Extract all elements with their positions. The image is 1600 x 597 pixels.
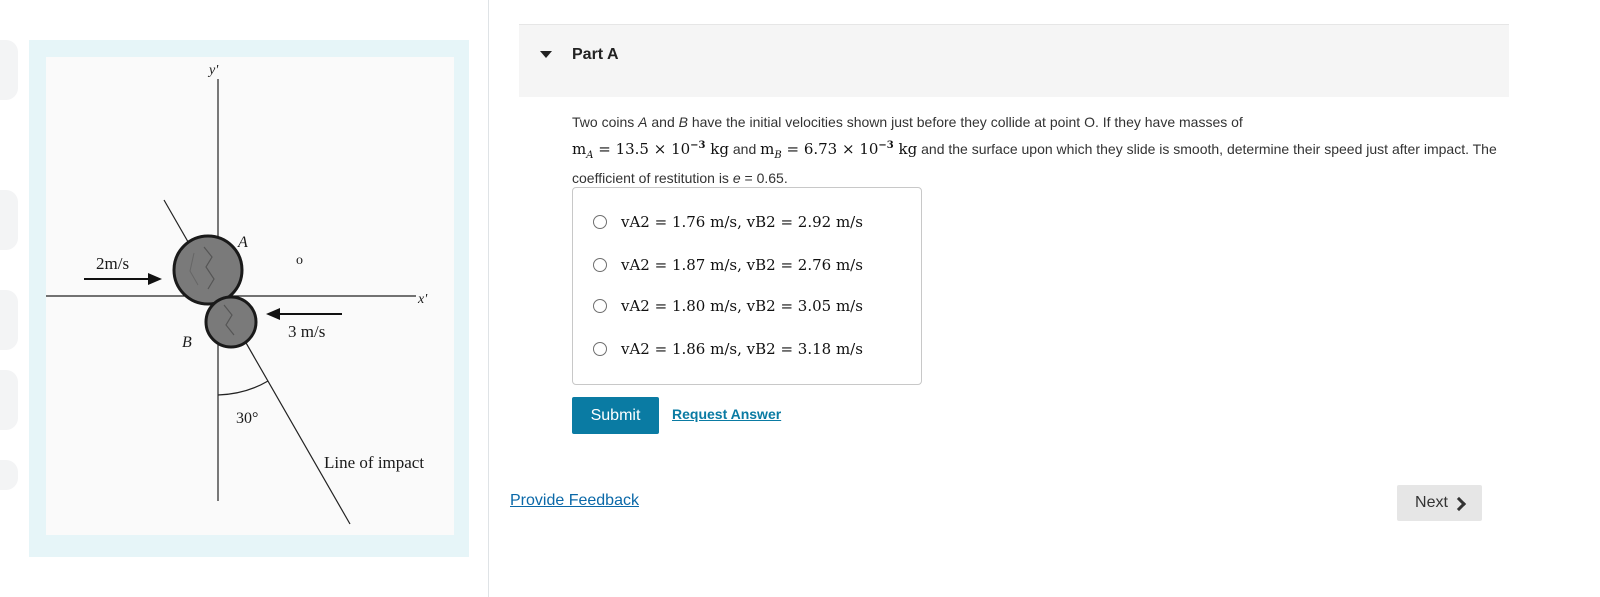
background-decoration	[0, 190, 18, 250]
background-decoration	[0, 460, 18, 490]
velocity-b-label: 3 m/s	[288, 322, 325, 341]
background-decoration	[0, 40, 18, 100]
point-o-label: o	[296, 253, 303, 268]
chevron-right-icon	[1451, 496, 1467, 511]
radio-button[interactable]	[593, 342, 607, 356]
answer-option-1[interactable]: vA2 = 1.76 m/s, vB2 = 2.92 m/s	[593, 210, 863, 234]
collision-figure: y' x' A B o 2m/s 3 m/s 30° Line of impac…	[46, 57, 454, 535]
option-text: vA2 = 1.80 m/s, vB2 = 3.05 m/s	[621, 297, 863, 315]
coin-a	[172, 234, 244, 306]
background-decoration	[0, 370, 18, 430]
arrowhead-a	[148, 273, 162, 285]
angle-arc	[217, 380, 269, 396]
coin-b	[204, 295, 258, 349]
y-axis-label: y'	[207, 63, 219, 78]
radio-button[interactable]	[593, 215, 607, 229]
coin-a-label: A	[237, 234, 248, 251]
answer-option-4[interactable]: vA2 = 1.86 m/s, vB2 = 3.18 m/s	[593, 337, 863, 361]
line-of-impact-label: Line of impact	[324, 453, 424, 472]
mass-a-expression: mA = 13.5 × 10−3 kg	[572, 140, 729, 161]
angle-label: 30°	[236, 410, 258, 427]
answer-option-3[interactable]: vA2 = 1.80 m/s, vB2 = 3.05 m/s	[593, 294, 863, 318]
option-text: vA2 = 1.87 m/s, vB2 = 2.76 m/s	[621, 256, 863, 274]
option-text: vA2 = 1.76 m/s, vB2 = 2.92 m/s	[621, 213, 863, 231]
velocity-a-label: 2m/s	[96, 254, 129, 273]
request-answer-link[interactable]: Request Answer	[672, 406, 781, 422]
answer-options: vA2 = 1.76 m/s, vB2 = 2.92 m/s vA2 = 1.8…	[572, 187, 922, 385]
collapse-caret-icon[interactable]	[540, 51, 552, 58]
figure-pane: y' x' A B o 2m/s 3 m/s 30° Line of impac…	[0, 0, 488, 597]
radio-button[interactable]	[593, 258, 607, 272]
question-pane: Part A Two coins A and B have the initia…	[489, 0, 1600, 597]
radio-button[interactable]	[593, 299, 607, 313]
next-button[interactable]: Next	[1397, 485, 1482, 521]
background-decoration	[0, 290, 18, 350]
part-title: Part A	[572, 46, 619, 63]
provide-feedback-link[interactable]: Provide Feedback	[510, 492, 639, 510]
answer-option-2[interactable]: vA2 = 1.87 m/s, vB2 = 2.76 m/s	[593, 253, 863, 277]
coin-b-label: B	[182, 334, 192, 351]
part-a-header[interactable]: Part A	[519, 24, 1509, 97]
arrowhead-b	[266, 308, 280, 320]
submit-button[interactable]: Submit	[572, 397, 659, 434]
question-text: Two coins A and B have the initial veloc…	[572, 114, 1497, 186]
mass-b-expression: mB = 6.73 × 10−3 kg	[760, 140, 918, 161]
x-axis-label: x'	[417, 292, 428, 307]
option-text: vA2 = 1.86 m/s, vB2 = 3.18 m/s	[621, 340, 863, 358]
next-label: Next	[1415, 494, 1448, 511]
